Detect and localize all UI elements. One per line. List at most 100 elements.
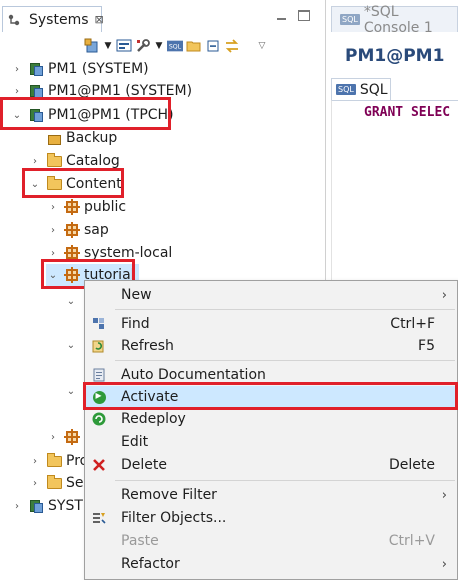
menu-item-label: Edit — [121, 434, 149, 450]
menu-item-label: Find — [121, 316, 150, 332]
tree-item-hidden-package[interactable]: › — [46, 426, 84, 448]
sql-icon: SQL — [336, 84, 356, 95]
menu-item-label: Refactor — [121, 556, 180, 572]
backup-icon — [46, 130, 62, 146]
menu-item-refresh[interactable]: Refresh F5 — [85, 335, 457, 357]
minimize-icon[interactable] — [276, 10, 288, 21]
submenu-arrow-icon: › — [441, 556, 447, 572]
submenu-arrow-icon: › — [441, 287, 447, 303]
delete-icon — [91, 457, 107, 473]
sql-subtab[interactable]: SQL SQL — [331, 78, 391, 100]
menu-item-find[interactable]: Find Ctrl+F — [85, 313, 457, 335]
menu-item-shortcut: F5 — [418, 338, 435, 354]
menu-item-delete[interactable]: Delete Delete — [85, 454, 457, 476]
tree-item-label: Backup — [66, 130, 118, 146]
document-icon — [91, 367, 107, 383]
add-system-icon[interactable] — [84, 38, 100, 54]
expand-icon[interactable]: › — [46, 202, 60, 213]
tree-item-pm1-system[interactable]: › PM1 (SYSTEM) — [10, 58, 149, 80]
systems-tab[interactable]: Systems ⊠ — [2, 6, 104, 32]
package-icon — [64, 429, 80, 445]
find-icon — [91, 316, 107, 332]
expand-icon[interactable]: › — [10, 86, 24, 97]
refresh-icon — [91, 338, 107, 354]
database-icon — [28, 498, 44, 514]
tree-item-label: sap — [84, 222, 109, 238]
sql-subtab-label: SQL — [359, 81, 388, 98]
menu-item-shortcut: Ctrl+F — [390, 316, 435, 332]
menu-separator — [115, 360, 455, 361]
context-menu: New › Find Ctrl+F Refresh F5 Auto Docume… — [84, 280, 458, 580]
sql-icon[interactable]: SQL — [167, 38, 183, 54]
expand-icon[interactable]: › — [46, 248, 60, 259]
highlight-box-content — [22, 168, 124, 198]
collapse-icon[interactable]: ⌄ — [64, 340, 78, 351]
tree-item-security[interactable]: › Sec — [28, 472, 91, 494]
package-icon — [64, 199, 80, 215]
tree-item-system[interactable]: › SYSTE — [10, 495, 92, 517]
expand-icon[interactable]: › — [10, 501, 24, 512]
collapse-all-icon[interactable] — [205, 38, 221, 54]
menu-item-label: Remove Filter — [121, 487, 217, 503]
menu-item-label: Paste — [121, 533, 159, 549]
menu-item-shortcut: Ctrl+V — [388, 533, 435, 549]
systems-view-icon — [7, 12, 21, 28]
tree-item-public[interactable]: › public — [46, 196, 126, 218]
menu-item-label: Delete — [121, 457, 167, 473]
package-icon — [64, 222, 80, 238]
menu-item-remove-filter[interactable]: Remove Filter › — [85, 484, 457, 506]
menu-item-redeploy[interactable]: Redeploy — [85, 408, 457, 430]
sql-console-tab-label: *SQL Console 1 — [363, 3, 433, 36]
svg-text:SQL: SQL — [169, 44, 182, 51]
folder-icon — [46, 452, 62, 469]
menu-item-refactor[interactable]: Refactor › — [85, 553, 457, 575]
menu-item-filter-objects[interactable]: Filter Objects... — [85, 507, 457, 529]
expand-icon[interactable]: › — [28, 156, 42, 167]
expand-icon[interactable]: › — [10, 64, 24, 75]
menu-item-label: Filter Objects... — [121, 510, 227, 526]
open-folder-icon[interactable] — [186, 38, 202, 54]
tree-item-label: Catalog — [66, 153, 120, 169]
systems-toolbar: ▼ ▼ SQL ▽ — [84, 36, 267, 56]
menu-item-label: Refresh — [121, 338, 174, 354]
highlight-box-pm1-tpch — [0, 97, 171, 130]
link-editor-icon[interactable] — [224, 38, 240, 54]
connection-title: PM1@PM1 — [345, 46, 445, 66]
systems-tab-label: Systems — [29, 11, 89, 28]
tree-item-label: public — [84, 199, 127, 215]
menu-item-shortcut: Delete — [389, 457, 435, 473]
expand-icon[interactable]: › — [28, 478, 42, 489]
dropdown-arrow-icon[interactable]: ▼ — [154, 38, 164, 54]
sql-code-line: GRANT SELEC — [364, 105, 451, 120]
menu-item-label: New — [121, 287, 152, 303]
folder-icon — [46, 474, 62, 491]
tools-icon[interactable] — [135, 38, 151, 54]
expand-icon[interactable]: › — [46, 225, 60, 236]
menu-item-new[interactable]: New › — [85, 284, 457, 306]
expand-icon[interactable]: › — [28, 456, 42, 467]
menu-separator — [115, 480, 455, 481]
highlight-box-activate — [83, 382, 458, 410]
expand-icon[interactable]: › — [46, 432, 60, 443]
sql-console-tab[interactable]: SQL *SQL Console 1 — [331, 4, 458, 36]
dropdown-arrow-icon[interactable]: ▼ — [103, 38, 113, 54]
redeploy-icon — [91, 411, 107, 427]
collapse-icon[interactable]: ⌄ — [64, 386, 78, 397]
menu-separator — [115, 309, 455, 310]
tree-item-label: PM1 (SYSTEM) — [48, 61, 149, 77]
sql-console-icon[interactable] — [116, 38, 132, 54]
close-icon[interactable]: ⊠ — [95, 13, 104, 26]
folder-icon — [46, 152, 62, 169]
tree-item-sap[interactable]: › sap — [46, 219, 109, 241]
view-menu-icon[interactable]: ▽ — [257, 38, 267, 54]
submenu-arrow-icon: › — [441, 487, 447, 503]
filter-icon — [91, 510, 107, 526]
tree-item-provisioning[interactable]: › Pro — [28, 450, 88, 472]
menu-item-paste[interactable]: Paste Ctrl+V — [85, 530, 457, 552]
menu-item-edit[interactable]: Edit — [85, 431, 457, 453]
menu-item-label: Auto Documentation — [121, 367, 266, 383]
maximize-icon[interactable] — [298, 10, 310, 21]
collapse-icon[interactable]: ⌄ — [64, 296, 78, 307]
sql-icon: SQL — [340, 14, 360, 25]
tree-item-backup[interactable]: Backup — [28, 127, 117, 149]
